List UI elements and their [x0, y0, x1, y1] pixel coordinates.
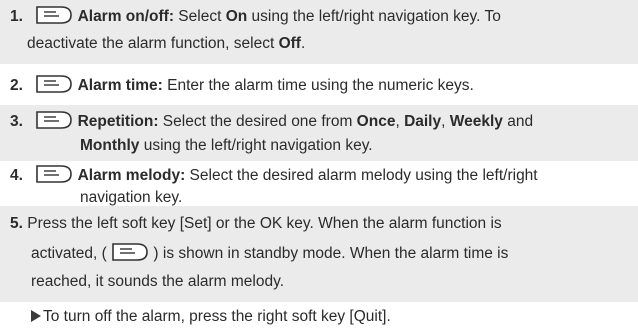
step-text: ,	[395, 113, 405, 130]
option-on: On	[225, 8, 248, 25]
step-text: deactivate the alarm function, select	[27, 35, 279, 52]
soft-key-icon	[35, 110, 73, 130]
step-number: 5.	[10, 215, 23, 232]
step-text: activated, (	[31, 245, 112, 262]
step-number: 3.	[10, 113, 23, 130]
soft-key-icon	[35, 164, 73, 184]
option-once: Once	[356, 113, 396, 130]
option-off: Off	[278, 35, 301, 52]
step-5-line-2: activated, ( ) is shown in standby mode.…	[31, 242, 508, 264]
step-title: Repetition:	[77, 113, 159, 130]
step-text: navigation key.	[80, 189, 183, 206]
step-text: Press the left soft key [Set] or the OK …	[22, 215, 502, 232]
step-text: .	[300, 35, 306, 52]
step-number: 1.	[10, 8, 23, 25]
step-2-line-1: 2. Alarm time: Enter the alarm time usin…	[10, 74, 474, 96]
step-title: Alarm on/off:	[77, 8, 174, 25]
step-text: using the left/right navigation key. To	[247, 8, 501, 25]
manual-page: 1. Alarm on/off: Select On using the lef…	[0, 0, 638, 330]
soft-key-icon	[111, 242, 149, 262]
step-text: ,	[441, 113, 450, 130]
step-3-line-2: Monthly using the left/right navigation …	[80, 136, 373, 156]
arrow-right-icon	[31, 310, 41, 322]
step-title: Alarm time:	[77, 77, 163, 94]
note-line: To turn off the alarm, press the right s…	[31, 307, 391, 327]
step-4-line-2: navigation key.	[80, 188, 182, 208]
step-title: Alarm melody:	[77, 167, 186, 184]
note-text: To turn off the alarm, press the right s…	[43, 308, 391, 325]
step-text: Select the desired one from	[158, 113, 357, 130]
option-daily: Daily	[404, 113, 442, 130]
step-text: reached, it sounds the alarm melody.	[31, 273, 285, 290]
soft-key-icon	[35, 5, 73, 25]
step-text: ) is shown in standby mode. When the ala…	[149, 245, 509, 262]
option-weekly: Weekly	[449, 113, 503, 130]
step-text: Enter the alarm time using the numeric k…	[162, 77, 474, 94]
step-5-line-3: reached, it sounds the alarm melody.	[31, 272, 284, 292]
step-1-line-2: deactivate the alarm function, select Of…	[27, 34, 305, 54]
step-4-line-1: 4. Alarm melody: Select the desired alar…	[10, 164, 538, 186]
step-number: 2.	[10, 77, 23, 94]
step-5-line-1: 5. Press the left soft key [Set] or the …	[10, 214, 502, 234]
step-text: and	[502, 113, 534, 130]
step-1-line-1: 1. Alarm on/off: Select On using the lef…	[10, 5, 501, 27]
step-3-line-1: 3. Repetition: Select the desired one fr…	[10, 110, 533, 132]
option-monthly: Monthly	[80, 137, 140, 154]
step-text: Select	[174, 8, 226, 25]
step-number: 4.	[10, 167, 23, 184]
soft-key-icon	[35, 74, 73, 94]
step-text: Select the desired alarm melody using th…	[185, 167, 538, 184]
step-text: using the left/right navigation key.	[139, 137, 373, 154]
